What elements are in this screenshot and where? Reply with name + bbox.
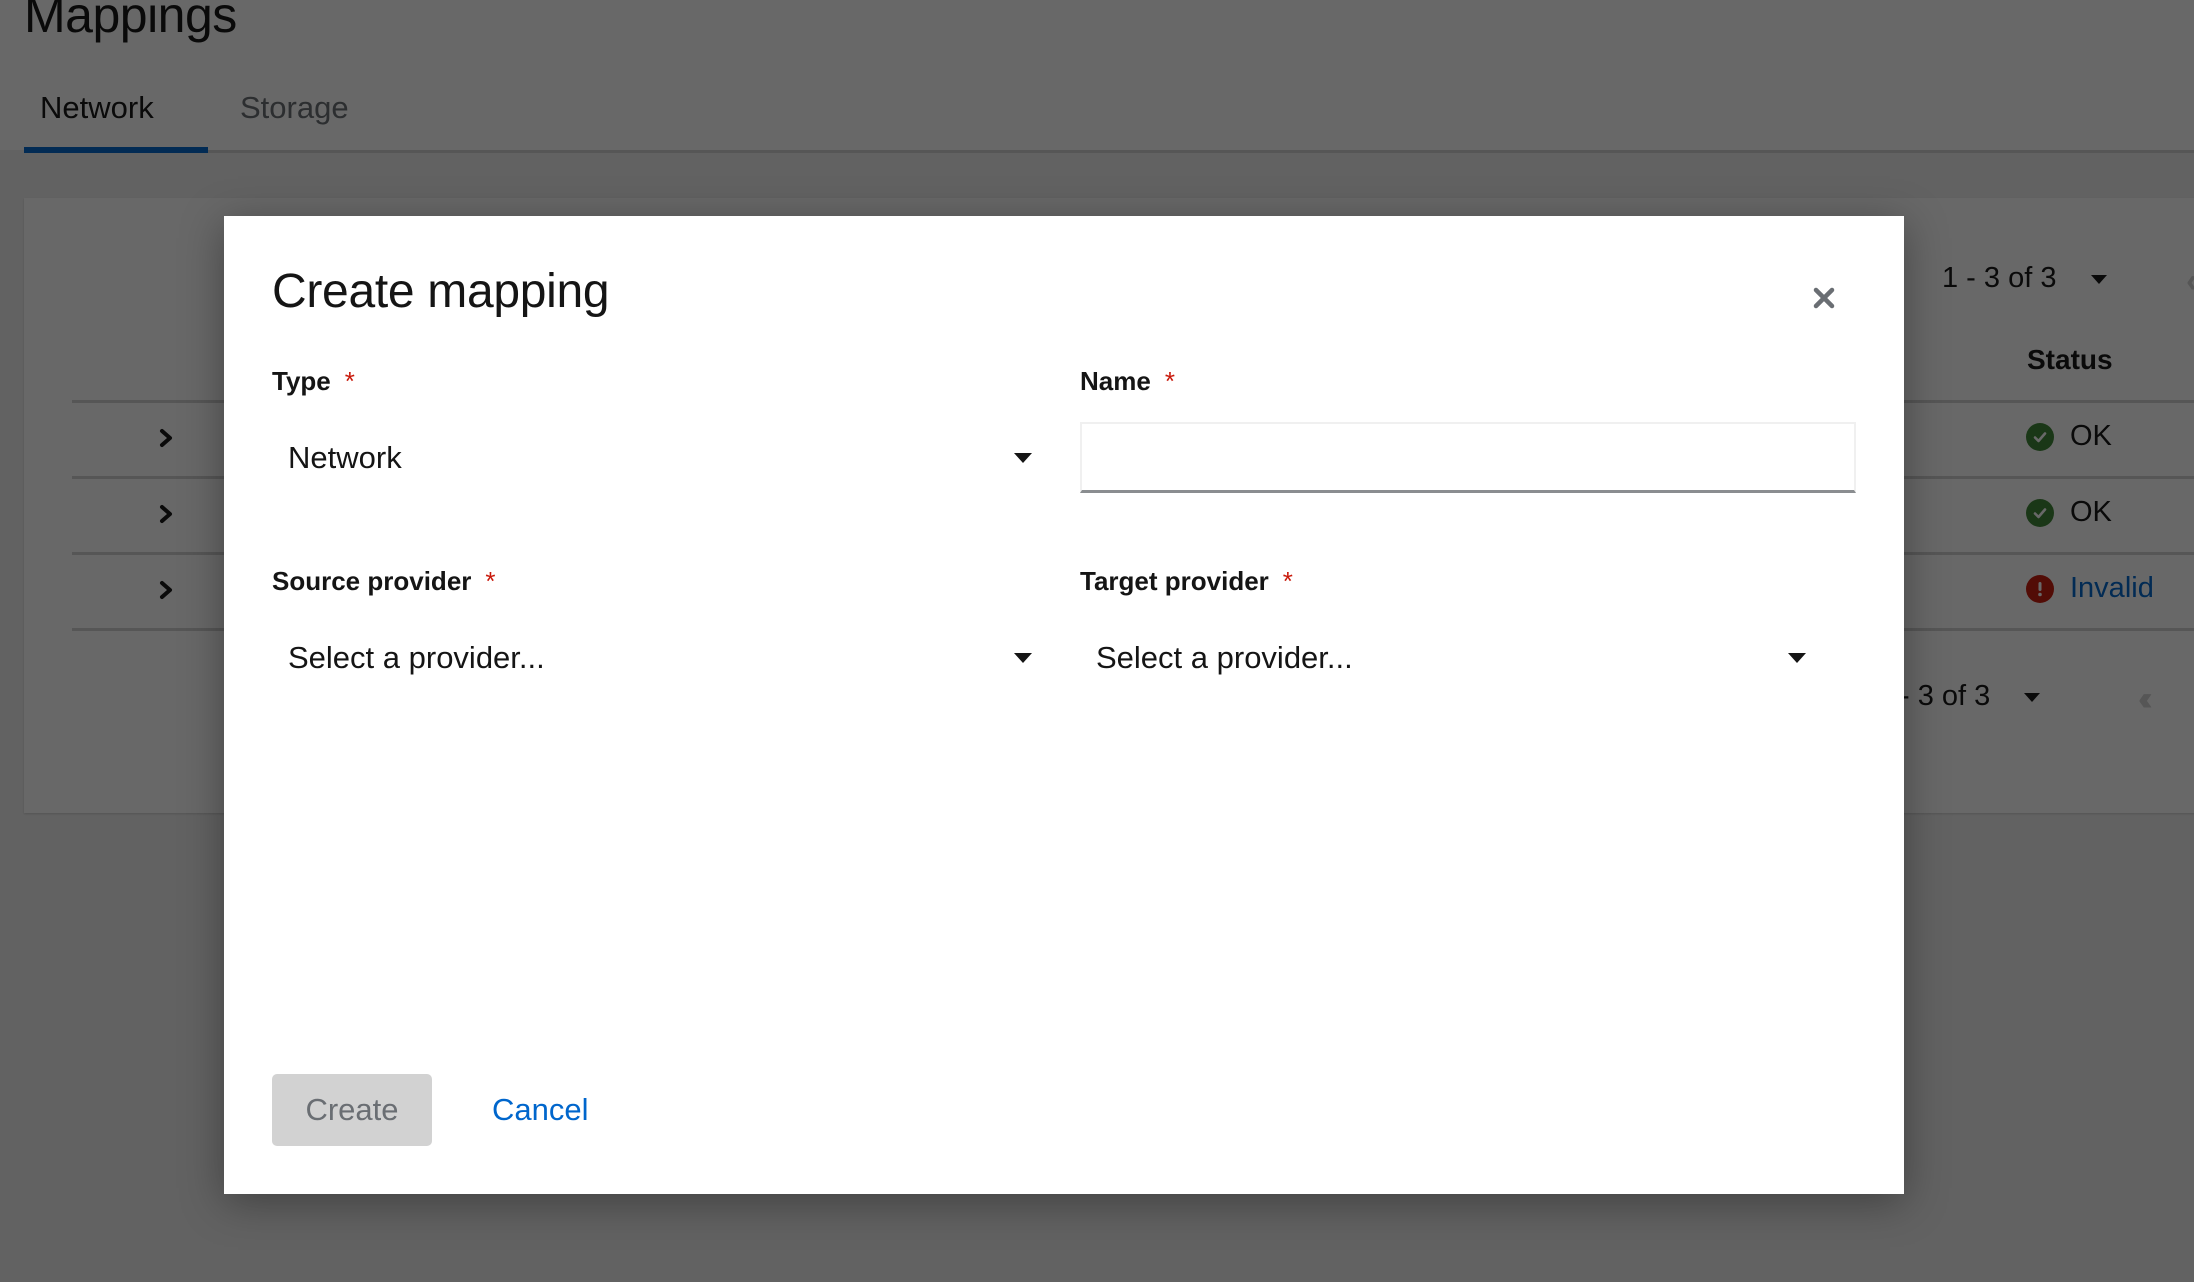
create-button[interactable]: Create (272, 1074, 432, 1146)
target-provider-select[interactable]: Select a provider... (1080, 626, 1822, 690)
source-provider-value: Select a provider... (288, 640, 545, 675)
required-mark: * (1164, 366, 1175, 396)
cancel-button[interactable]: Cancel (474, 1074, 607, 1146)
target-provider-label: Target provider * (1080, 566, 1293, 597)
source-provider-label-text: Source provider (272, 566, 472, 596)
required-mark: * (485, 566, 496, 596)
type-select[interactable]: Network (272, 426, 1048, 490)
required-mark: * (1282, 566, 1293, 596)
caret-down-icon (1014, 653, 1032, 663)
target-provider-value: Select a provider... (1096, 640, 1353, 675)
source-provider-select[interactable]: Select a provider... (272, 626, 1048, 690)
close-icon (1813, 287, 1835, 309)
name-label-text: Name (1080, 366, 1151, 396)
source-provider-label: Source provider * (272, 566, 496, 597)
type-select-value: Network (288, 440, 402, 475)
caret-down-icon (1788, 653, 1806, 663)
type-label-text: Type (272, 366, 331, 396)
modal-title: Create mapping (272, 265, 610, 318)
name-input[interactable] (1080, 422, 1856, 493)
required-mark: * (344, 366, 355, 396)
target-provider-label-text: Target provider (1080, 566, 1269, 596)
name-label: Name * (1080, 366, 1175, 397)
create-mapping-modal: Create mapping Type * Network Name * Sourc… (224, 216, 1904, 1194)
close-button[interactable] (1806, 280, 1842, 316)
caret-down-icon (1014, 453, 1032, 463)
type-label: Type * (272, 366, 355, 397)
